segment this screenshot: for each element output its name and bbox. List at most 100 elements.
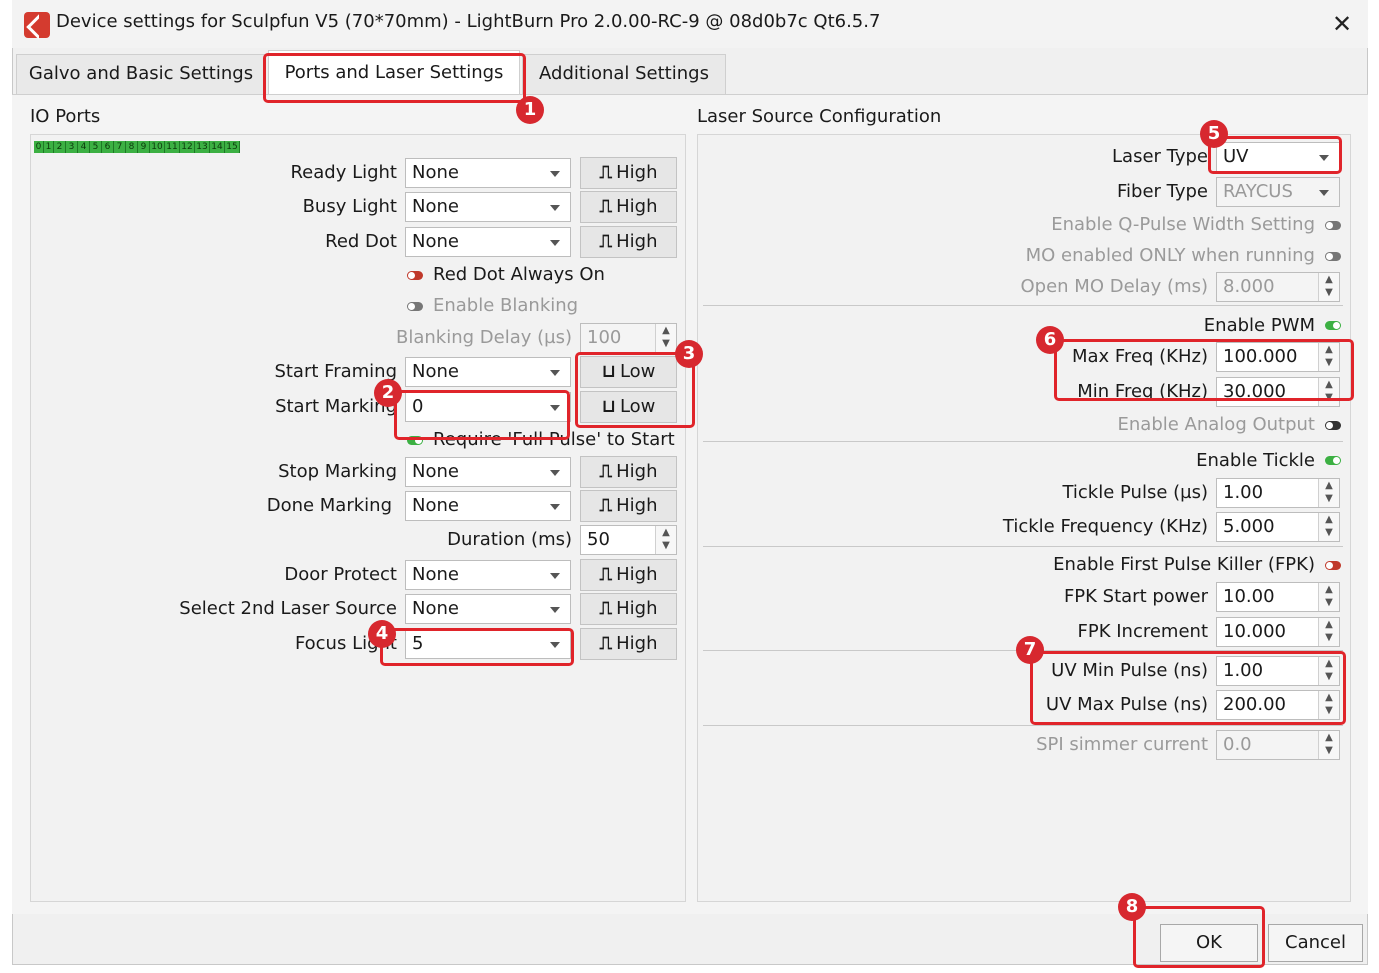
spin-arrows-icon[interactable]: ▲ ▼	[1318, 618, 1339, 646]
io-bit: 11	[165, 141, 180, 153]
separator	[703, 546, 1343, 547]
annotation-highlight	[394, 390, 570, 440]
spin-arrows-icon[interactable]: ▲ ▼	[1318, 479, 1339, 507]
tickle-pulse-value: 1.00	[1223, 482, 1264, 503]
fpk-increment-spinbox[interactable]: 10.000 ▲ ▼	[1216, 617, 1340, 647]
stop-marking-polarity-button[interactable]: ⎍ High	[580, 456, 677, 488]
pulse-high-icon: ⎍	[599, 162, 613, 183]
stop-marking-select[interactable]: None	[405, 457, 571, 487]
start-framing-select[interactable]: None	[405, 357, 571, 387]
annotation-highlight	[1208, 136, 1342, 174]
io-bit: 6	[102, 141, 114, 153]
second-laser-source-value: None	[412, 598, 459, 619]
focus-light-polarity-button[interactable]: ⎍ High	[580, 628, 677, 660]
chevron-down-icon	[550, 240, 560, 246]
pulse-high-icon: ⎍	[599, 495, 613, 516]
second-laser-source-polarity-button[interactable]: ⎍ High	[580, 593, 677, 625]
annotation-highlight	[1133, 906, 1265, 968]
open-mo-delay-spinbox[interactable]: 8.000 ▲ ▼	[1216, 272, 1340, 302]
red-dot-always-on-label: Red Dot Always On	[433, 264, 605, 285]
open-mo-delay-value: 8.000	[1223, 276, 1275, 297]
chevron-down-icon	[550, 370, 560, 376]
pulse-high-icon: ⎍	[599, 598, 613, 619]
fpk-start-power-spinbox[interactable]: 10.00 ▲ ▼	[1216, 582, 1340, 612]
annotation-badge: 2	[374, 379, 402, 407]
pulse-high-icon: ⎍	[599, 461, 613, 482]
spi-simmer-spinbox[interactable]: 0.0 ▲ ▼	[1216, 730, 1340, 760]
separator	[703, 305, 1343, 306]
tickle-frequency-value: 5.000	[1223, 516, 1275, 537]
red-dot-always-on-toggle[interactable]	[407, 271, 423, 280]
spin-arrows-icon[interactable]: ▲ ▼	[655, 324, 676, 352]
pulse-high-icon: ⎍	[599, 633, 613, 654]
enable-blanking-toggle[interactable]	[407, 302, 423, 311]
ready-light-select[interactable]: None	[405, 158, 571, 188]
door-protect-select[interactable]: None	[405, 560, 571, 590]
tickle-pulse-spinbox[interactable]: 1.00 ▲ ▼	[1216, 478, 1340, 508]
enable-analog-label: Enable Analog Output	[1117, 414, 1315, 435]
io-bit: 12	[180, 141, 195, 153]
door-protect-polarity-button[interactable]: ⎍ High	[580, 559, 677, 591]
cancel-button[interactable]: Cancel	[1268, 924, 1363, 962]
io-bit: 10	[150, 141, 165, 153]
io-bit: 5	[90, 141, 102, 153]
chevron-down-icon	[550, 470, 560, 476]
io-bit: 1	[44, 141, 54, 153]
tab-additional-settings[interactable]: Additional Settings	[522, 54, 726, 94]
red-dot-label: Red Dot	[325, 231, 397, 252]
done-marking-polarity-button[interactable]: ⎍ High	[580, 490, 677, 522]
enable-fpk-toggle[interactable]	[1325, 561, 1341, 570]
start-framing-label: Start Framing	[274, 361, 397, 382]
io-bit: 3	[66, 141, 78, 153]
second-laser-source-select[interactable]: None	[405, 594, 571, 624]
chevron-down-icon	[550, 573, 560, 579]
second-laser-source-label: Select 2nd Laser Source	[179, 598, 397, 619]
enable-pwm-toggle[interactable]	[1325, 321, 1341, 330]
busy-light-polarity-button[interactable]: ⎍ High	[580, 191, 677, 223]
spin-arrows-icon[interactable]: ▲ ▼	[655, 526, 676, 554]
duration-spinbox[interactable]: 50 ▲ ▼	[580, 525, 677, 555]
ready-light-label: Ready Light	[290, 162, 397, 183]
busy-light-select[interactable]: None	[405, 192, 571, 222]
enable-q-pulse-toggle[interactable]	[1325, 221, 1341, 230]
polarity-label: High	[616, 564, 658, 585]
annotation-badge: 6	[1036, 326, 1064, 354]
fiber-type-select[interactable]: RAYCUS	[1216, 177, 1340, 207]
spin-arrows-icon[interactable]: ▲ ▼	[1318, 583, 1339, 611]
tickle-frequency-spinbox[interactable]: 5.000 ▲ ▼	[1216, 512, 1340, 542]
ready-light-polarity-button[interactable]: ⎍ High	[580, 157, 677, 189]
done-marking-select[interactable]: None	[405, 491, 571, 521]
fpk-start-power-label: FPK Start power	[1063, 586, 1208, 607]
io-bit: 0	[34, 141, 44, 153]
io-bit: 13	[195, 141, 210, 153]
spin-arrows-icon[interactable]: ▲ ▼	[1318, 273, 1339, 301]
io-ports-title: IO Ports	[30, 106, 101, 127]
close-icon[interactable]: ✕	[1326, 8, 1358, 40]
spin-arrows-icon[interactable]: ▲ ▼	[1318, 513, 1339, 541]
annotation-highlight	[380, 628, 574, 666]
annotation-badge: 7	[1016, 636, 1044, 664]
ready-light-value: None	[412, 162, 459, 183]
separator	[703, 725, 1343, 726]
red-dot-select[interactable]: None	[405, 227, 571, 257]
polarity-label: High	[616, 162, 658, 183]
mo-enabled-toggle[interactable]	[1325, 252, 1341, 261]
enable-analog-toggle[interactable]	[1325, 421, 1341, 430]
tab-galvo-basic-settings[interactable]: Galvo and Basic Settings	[16, 54, 266, 94]
fpk-increment-label: FPK Increment	[1077, 621, 1209, 642]
chevron-down-icon	[1319, 190, 1329, 196]
enable-tickle-toggle[interactable]	[1325, 456, 1341, 465]
spin-arrows-icon[interactable]: ▲ ▼	[1318, 731, 1339, 759]
blanking-delay-spinbox[interactable]: 100 ▲ ▼	[580, 323, 677, 353]
io-bit: 7	[114, 141, 126, 153]
laser-source-title: Laser Source Configuration	[697, 106, 942, 127]
duration-value: 50	[587, 529, 610, 550]
annotation-highlight	[263, 53, 526, 103]
laser-type-label: Laser Type	[1112, 146, 1208, 167]
annotation-highlight	[575, 352, 695, 428]
focus-light-label: Focus Light	[294, 633, 397, 654]
red-dot-polarity-button[interactable]: ⎍ High	[580, 226, 677, 258]
tickle-pulse-label: Tickle Pulse (µs)	[1062, 482, 1208, 503]
io-bit: 2	[54, 141, 66, 153]
lightburn-app-icon	[24, 12, 50, 38]
